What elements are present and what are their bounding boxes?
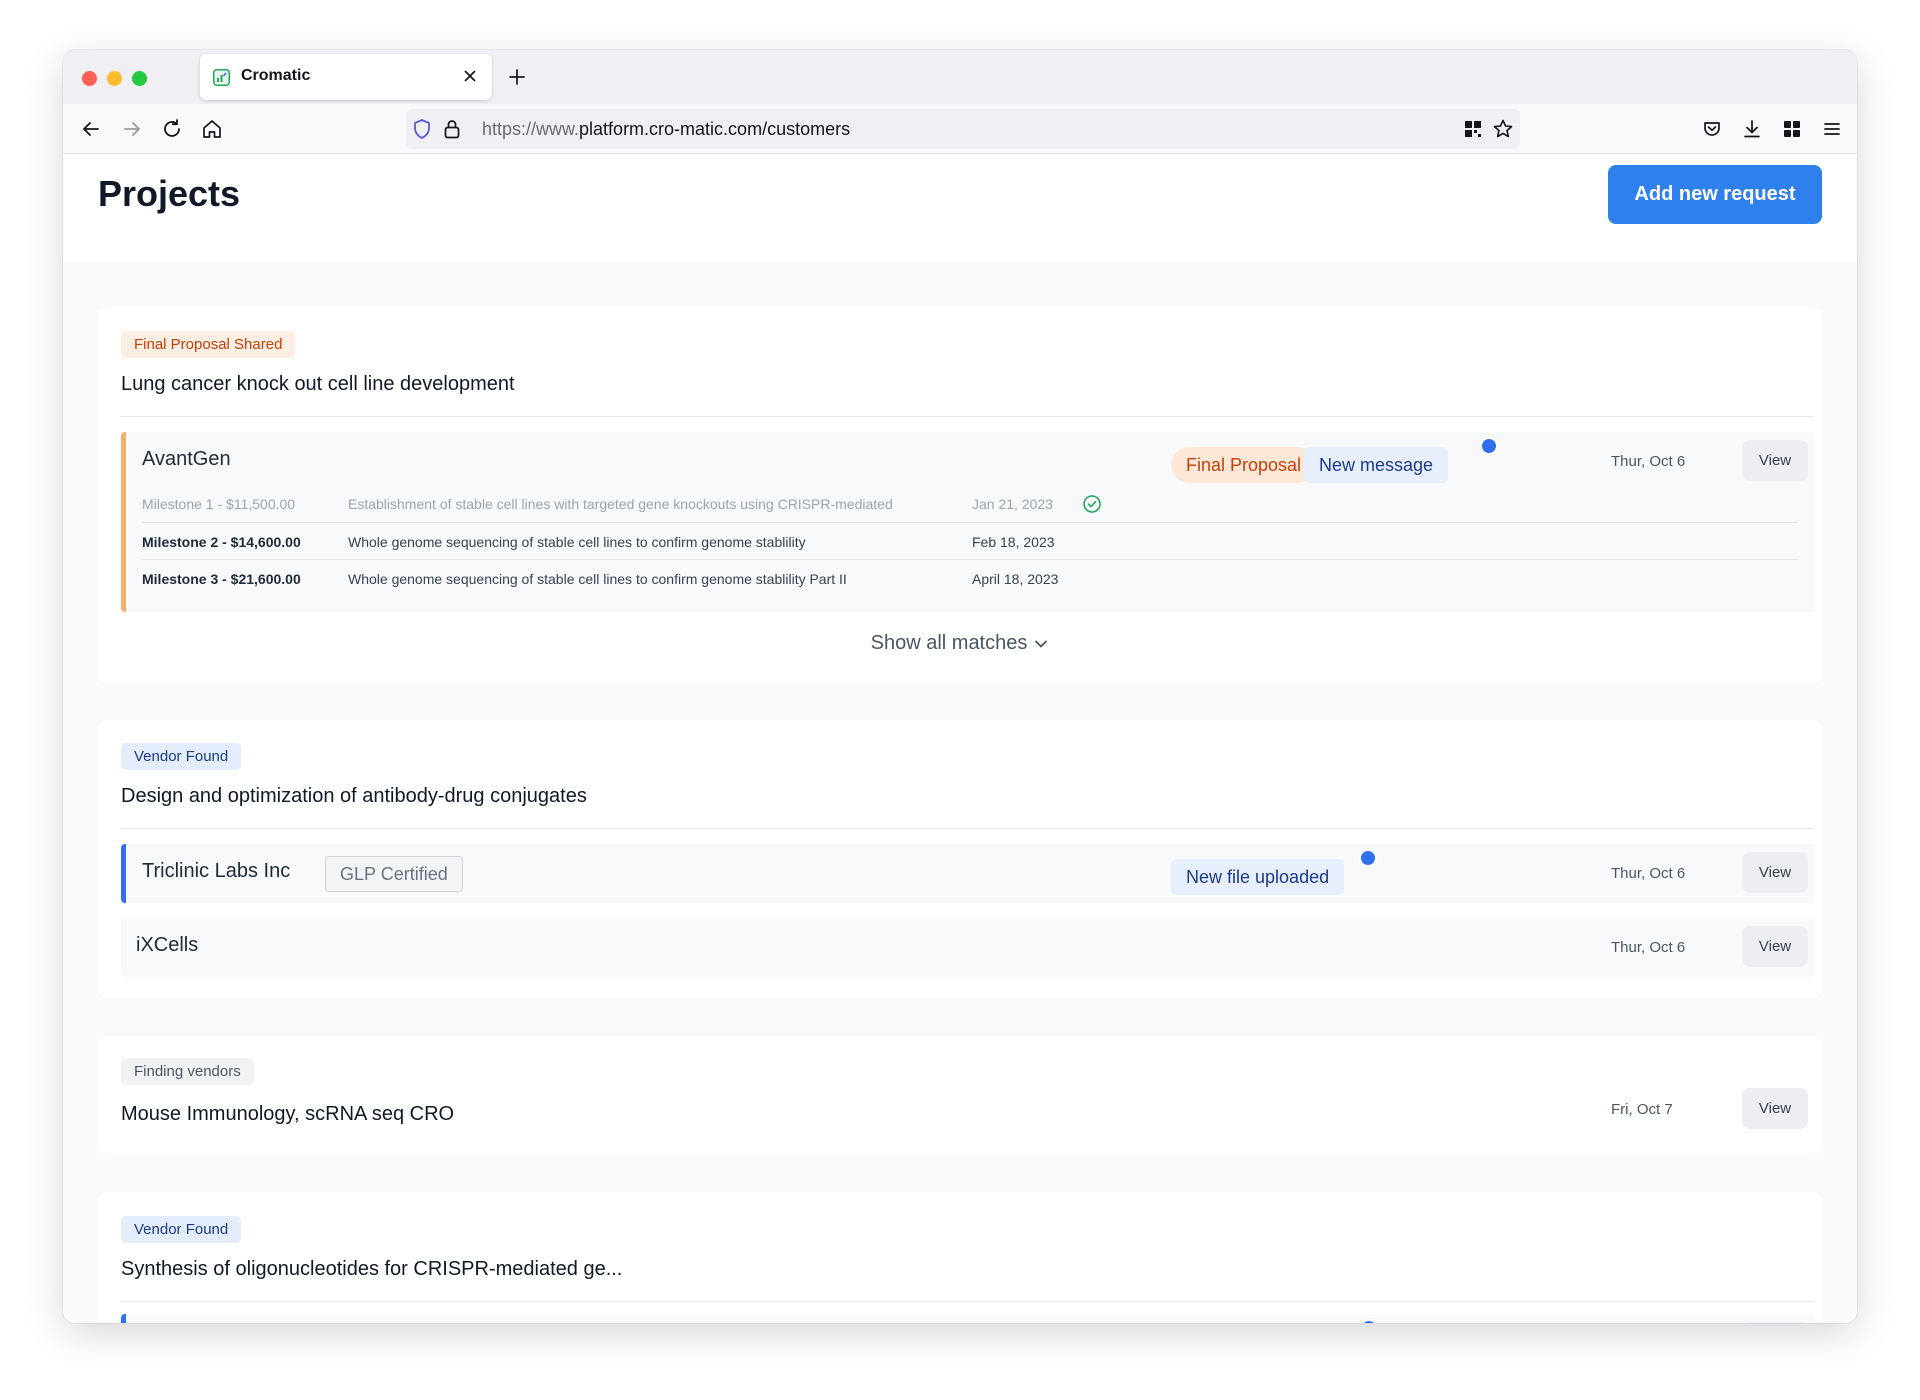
url-text[interactable]: https://www.platform.cro-matic.com/custo…: [482, 119, 850, 140]
check-circle-icon: [1083, 495, 1101, 513]
url-prefix: https://www.: [482, 119, 580, 139]
view-button[interactable]: [1742, 1322, 1808, 1323]
card-divider: [121, 1301, 1814, 1302]
close-tab-icon[interactable]: [462, 68, 478, 84]
milestone-description: Whole genome sequencing of stable cell l…: [348, 534, 806, 550]
vendor-row[interactable]: AvantGen Final Proposal New message Thur…: [121, 432, 1814, 612]
milestone-date: April 18, 2023: [972, 571, 1059, 587]
vendor-row[interactable]: Triclinic Labs Inc GLP Certified New fil…: [121, 844, 1814, 903]
cromatic-favicon-icon: [213, 69, 230, 86]
view-button[interactable]: View: [1742, 1088, 1808, 1129]
final-proposal-pill: Final Proposal: [1171, 447, 1317, 483]
tab-bar: Cromatic: [63, 50, 1857, 104]
extensions-grid-icon[interactable]: [1780, 117, 1804, 141]
lock-icon[interactable]: [440, 117, 464, 141]
bookmark-star-icon[interactable]: [1491, 117, 1515, 141]
milestone-date: Jan 21, 2023: [972, 496, 1053, 512]
home-icon[interactable]: [200, 117, 224, 141]
chevron-down-icon: [1035, 640, 1048, 648]
new-tab-icon[interactable]: [507, 67, 527, 87]
url-domain-path: platform.cro-matic.com/customers: [579, 119, 851, 139]
project-title: Mouse Immunology, scRNA seq CRO: [121, 1103, 455, 1125]
new-message-pill: New message: [1304, 447, 1449, 483]
vendor-name: Triclinic Labs Inc: [142, 860, 291, 882]
vendor-name: AvantGen: [142, 448, 231, 470]
project-card: Vendor Found Design and optimization of …: [98, 720, 1822, 998]
vendor-date: Thur, Oct 6: [1611, 865, 1686, 882]
milestone-row: Milestone 2 - $14,600.00 Whole genome se…: [142, 522, 1798, 559]
show-all-matches-label: Show all matches: [870, 632, 1028, 654]
project-card[interactable]: Finding vendors Mouse Immunology, scRNA …: [98, 1036, 1822, 1154]
minimize-window-button[interactable]: [107, 71, 122, 86]
milestone-label: Milestone 3 - $21,600.00: [142, 571, 301, 587]
show-all-matches-button[interactable]: Show all matches: [98, 632, 1822, 655]
vendor-date: Thur, Oct 6: [1611, 453, 1686, 470]
forward-arrow-icon[interactable]: [120, 117, 144, 141]
milestone-row: Milestone 3 - $21,600.00 Whole genome se…: [142, 559, 1798, 596]
tracking-shield-icon[interactable]: [410, 117, 434, 141]
unread-dot: [1360, 1319, 1378, 1323]
project-title[interactable]: Synthesis of oligonucleotides for CRISPR…: [121, 1258, 622, 1281]
unread-dot: [1359, 849, 1377, 867]
status-badge: Final Proposal Shared: [121, 331, 296, 358]
project-card: Final Proposal Shared Lung cancer knock …: [98, 307, 1822, 683]
qr-code-icon[interactable]: [1461, 117, 1485, 141]
milestone-description: Establishment of stable cell lines with …: [348, 496, 893, 512]
navigation-bar: https://www.platform.cro-matic.com/custo…: [63, 104, 1857, 154]
add-new-request-button[interactable]: Add new request: [1608, 165, 1822, 224]
new-file-pill: New file uploaded: [1171, 859, 1345, 895]
status-badge: Vendor Found: [121, 1216, 242, 1243]
card-divider: [121, 828, 1814, 829]
unread-dot: [1480, 437, 1498, 455]
hamburger-menu-icon[interactable]: [1820, 117, 1844, 141]
page-title: Projects: [98, 173, 241, 214]
vendor-name: iXCells: [136, 934, 199, 956]
maximize-window-button[interactable]: [132, 71, 147, 86]
project-title[interactable]: Design and optimization of antibody-drug…: [121, 785, 587, 808]
project-title[interactable]: Lung cancer knock out cell line developm…: [121, 373, 515, 396]
back-arrow-icon[interactable]: [79, 117, 103, 141]
pocket-icon[interactable]: [1700, 117, 1724, 141]
status-badge: Finding vendors: [121, 1058, 254, 1085]
milestone-date: Feb 18, 2023: [972, 534, 1055, 550]
project-card: Vendor Found Synthesis of oligonucleotid…: [98, 1192, 1822, 1323]
tab-title: Cromatic: [241, 67, 311, 84]
browser-tab[interactable]: Cromatic: [200, 54, 492, 100]
view-button[interactable]: View: [1742, 852, 1808, 893]
milestone-description: Whole genome sequencing of stable cell l…: [348, 571, 847, 587]
card-divider: [121, 416, 1814, 417]
page-header: Projects Add new request: [63, 155, 1857, 261]
reload-icon[interactable]: [160, 117, 184, 141]
milestone-row: Milestone 1 - $11,500.00 Establishment o…: [142, 485, 1798, 522]
view-button[interactable]: View: [1742, 440, 1808, 481]
view-button[interactable]: View: [1742, 926, 1808, 967]
download-icon[interactable]: [1740, 117, 1764, 141]
close-window-button[interactable]: [82, 71, 97, 86]
certification-badge: GLP Certified: [325, 856, 463, 892]
project-date: Fri, Oct 7: [1611, 1101, 1673, 1118]
address-bar[interactable]: https://www.platform.cro-matic.com/custo…: [406, 109, 1520, 149]
vendor-date: Thur, Oct 6: [1611, 939, 1686, 956]
vendor-row[interactable]: iXCells Thur, Oct 6 View: [121, 918, 1814, 977]
status-badge: Vendor Found: [121, 743, 242, 770]
milestone-label: Milestone 2 - $14,600.00: [142, 534, 301, 550]
vendor-row[interactable]: [121, 1314, 1814, 1323]
milestone-label: Milestone 1 - $11,500.00: [142, 496, 296, 512]
browser-window: Cromatic https://www.platform.cro-matic.…: [63, 50, 1857, 1323]
